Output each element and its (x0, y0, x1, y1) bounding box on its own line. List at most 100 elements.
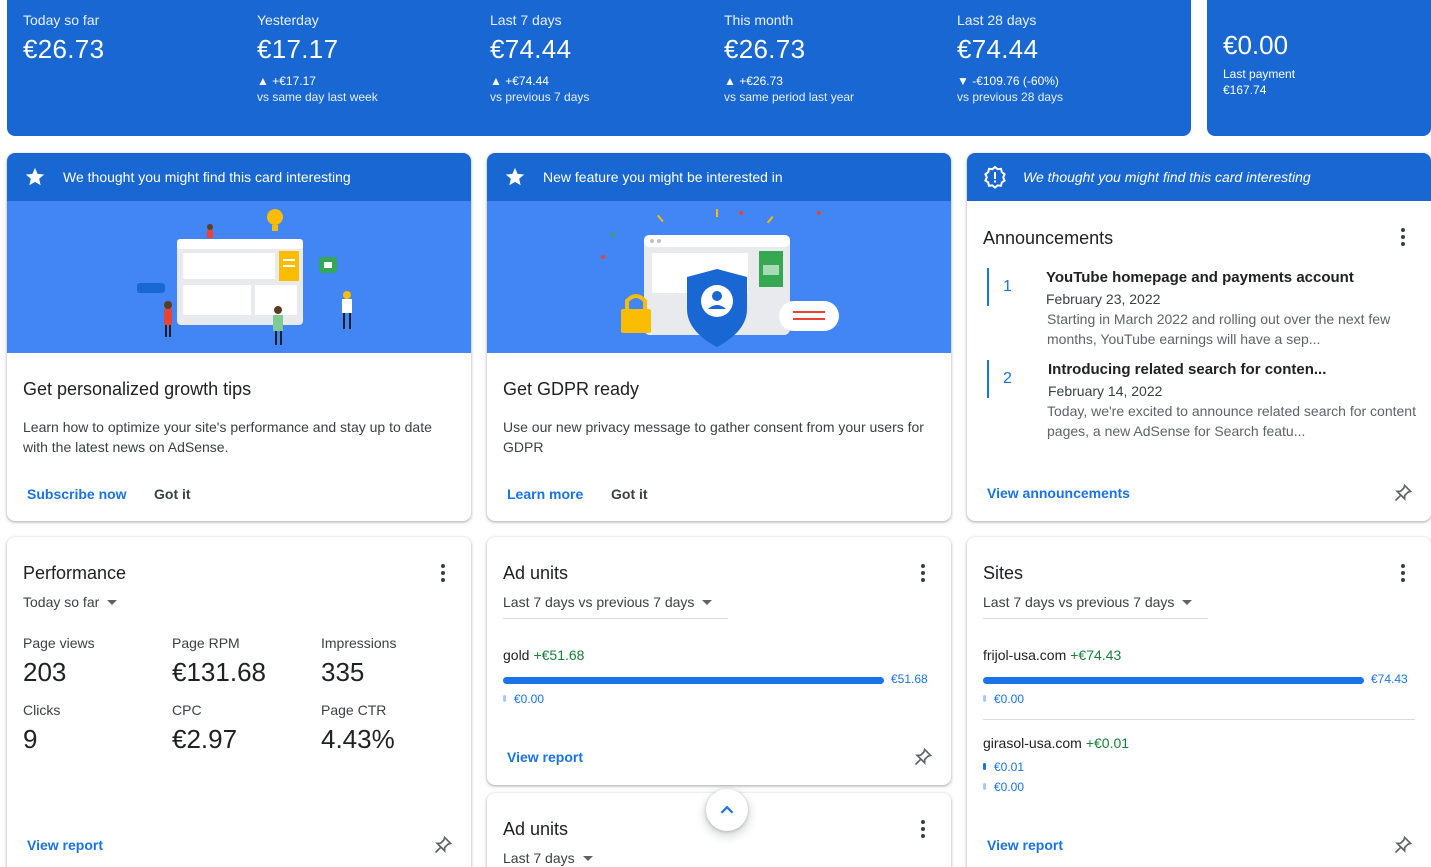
ad-unit-row[interactable]: gold +€51.68 €51.68 €0.00 (503, 647, 933, 707)
last-payment-value: €167.74 (1223, 83, 1267, 97)
view-report-button[interactable]: View report (507, 749, 583, 765)
site-row[interactable]: frijol-usa.com +€74.43 €74.43 €0.00 (983, 647, 1413, 707)
view-report-button[interactable]: View report (987, 837, 1063, 853)
view-report-button[interactable]: View report (27, 837, 103, 853)
stat-this-month[interactable]: This month €26.73 ▲ +€26.73 vs same peri… (724, 12, 854, 105)
site-change: +€0.01 (1085, 735, 1130, 751)
card-title: Get personalized growth tips (23, 379, 252, 399)
pin-icon[interactable] (1393, 483, 1413, 503)
stat-last-28-days[interactable]: Last 28 days €74.44 ▼ -€109.76 (-60%) vs… (957, 12, 1063, 105)
stat-today[interactable]: Today so far €26.73 (23, 12, 104, 65)
site-row[interactable]: girasol-usa.com +€0.01 €0.01 €0.00 (983, 735, 1413, 795)
card-title: Ad units (503, 563, 569, 583)
card-header-text: We thought you might find this card inte… (63, 169, 351, 185)
metric-label: Impressions (321, 635, 397, 651)
metric-page-ctr[interactable]: Page CTR 4.43% (321, 702, 395, 755)
stat-label: Today so far (23, 12, 100, 28)
metric-page-views[interactable]: Page views 203 (23, 635, 95, 688)
more-vert-icon[interactable] (911, 561, 935, 585)
pin-icon[interactable] (913, 747, 933, 767)
metric-value: 9 (23, 724, 38, 754)
announcement-date: February 14, 2022 (1048, 383, 1163, 399)
more-vert-icon[interactable] (1391, 225, 1415, 249)
metric-page-rpm[interactable]: Page RPM €131.68 (172, 635, 266, 688)
date-range-dropdown[interactable]: Last 7 days (503, 850, 593, 867)
announcement-title[interactable]: YouTube homepage and payments account (1046, 269, 1354, 286)
ad-unit-name: gold (503, 647, 530, 663)
gdpr-illustration (487, 201, 951, 353)
date-range-value: Today so far (23, 594, 100, 610)
announcement-item[interactable]: 1 YouTube homepage and payments account … (987, 268, 1417, 352)
card-header-text: We thought you might find this card inte… (1023, 169, 1311, 185)
metric-label: CPC (172, 702, 202, 718)
stat-yesterday[interactable]: Yesterday €17.17 ▲ +€17.17 vs same day l… (257, 12, 378, 105)
got-it-button[interactable]: Got it (611, 486, 648, 502)
stat-change: ▼ -€109.76 (-60%) (957, 74, 1059, 88)
dropdown-caret-icon (702, 599, 713, 605)
site-label: frijol-usa.com +€74.43 (983, 647, 1413, 663)
more-vert-icon[interactable] (431, 561, 455, 585)
stat-value: €26.73 (23, 34, 105, 64)
metric-value: 4.43% (321, 724, 395, 754)
chevron-up-icon (720, 805, 734, 814)
growth-illustration (7, 201, 471, 353)
stat-last-7-days[interactable]: Last 7 days €74.44 ▲ +€74.44 vs previous… (490, 12, 589, 105)
metric-label: Page RPM (172, 635, 240, 651)
last-payment-label: Last payment (1223, 67, 1296, 81)
metric-value: 203 (23, 657, 67, 687)
more-vert-icon[interactable] (911, 817, 935, 841)
card-title: Ad units (503, 819, 569, 839)
previous-period-value: €0.00 (994, 780, 1025, 794)
learn-more-button[interactable]: Learn more (507, 486, 583, 502)
metric-label: Clicks (23, 702, 61, 718)
site-name: frijol-usa.com (983, 647, 1067, 663)
stat-value: €74.44 (490, 34, 572, 64)
balance-card[interactable]: €0.00 Last payment €167.74 (1207, 0, 1431, 136)
current-period-bar (983, 763, 986, 770)
dropdown-caret-icon (107, 599, 118, 605)
date-range-dropdown[interactable]: Last 7 days vs previous 7 days (983, 594, 1208, 619)
card-header: We thought you might find this card inte… (7, 153, 471, 201)
previous-period-bar (503, 695, 506, 702)
previous-period-value: €0.00 (994, 692, 1025, 706)
stat-label: This month (724, 12, 794, 28)
stat-value: €74.44 (957, 34, 1039, 64)
card-title: Get GDPR ready (503, 379, 640, 399)
current-period-value: €51.68 (891, 672, 928, 686)
announcements-card: We thought you might find this card inte… (967, 153, 1431, 521)
sites-card: Sites Last 7 days vs previous 7 days fri… (967, 537, 1431, 867)
current-period-value: €0.01 (994, 760, 1025, 774)
metric-impressions[interactable]: Impressions 335 (321, 635, 396, 688)
announcement-item[interactable]: 2 Introducing related search for conten.… (987, 360, 1417, 444)
current-period-bar (503, 677, 884, 684)
date-range-value: Last 7 days vs previous 7 days (503, 594, 695, 610)
earnings-summary-card: Today so far €26.73 Yesterday €17.17 ▲ +… (7, 0, 1191, 136)
metric-value: €2.97 (172, 724, 238, 754)
stat-label: Last 7 days (490, 12, 562, 28)
announcement-marker (987, 268, 989, 306)
current-period-bar (983, 677, 1364, 684)
ad-unit-label: gold +€51.68 (503, 647, 933, 663)
date-range-value: Last 7 days (503, 850, 575, 866)
subscribe-now-button[interactable]: Subscribe now (27, 486, 127, 502)
announcement-title[interactable]: Introducing related search for conten... (1048, 361, 1326, 378)
pin-icon[interactable] (433, 835, 453, 855)
stat-change: ▲ +€17.17 (257, 74, 316, 88)
metric-cpc[interactable]: CPC €2.97 (172, 702, 237, 755)
date-range-dropdown[interactable]: Today so far (23, 594, 118, 618)
metric-clicks[interactable]: Clicks 9 (23, 702, 60, 755)
date-range-dropdown[interactable]: Last 7 days vs previous 7 days (503, 594, 728, 619)
scroll-to-top-button[interactable] (706, 789, 748, 831)
balance-value: €0.00 (1223, 30, 1289, 60)
view-announcements-button[interactable]: View announcements (987, 485, 1130, 501)
previous-period-bar (983, 695, 986, 702)
stat-label: Last 28 days (957, 12, 1037, 28)
pin-icon[interactable] (1393, 835, 1413, 855)
gdpr-card: New feature you might be interested in G… (487, 153, 951, 521)
more-vert-icon[interactable] (1391, 561, 1415, 585)
star-icon (23, 165, 47, 189)
announcement-number: 2 (1003, 370, 1012, 387)
dropdown-caret-icon (1182, 599, 1193, 605)
got-it-button[interactable]: Got it (154, 486, 191, 502)
announcement-marker (987, 360, 989, 398)
